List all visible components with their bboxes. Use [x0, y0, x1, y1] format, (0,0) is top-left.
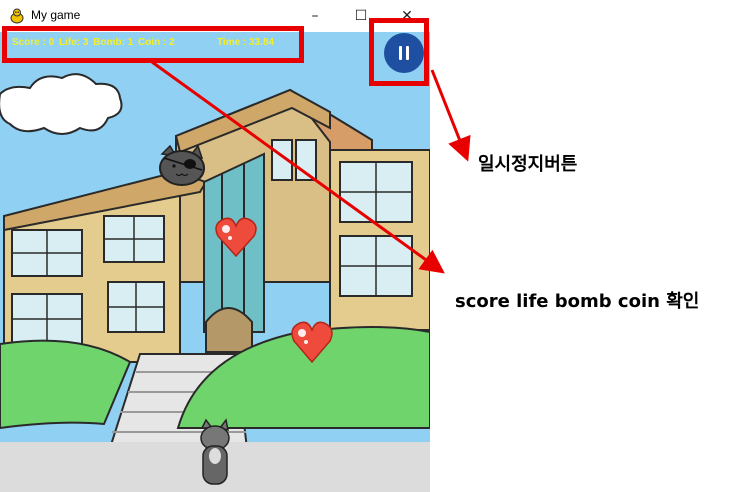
pause-annotation: 일시정지버튼: [478, 154, 578, 175]
arrow-to-stats-note: [151, 60, 445, 274]
arrow-to-pause-note: [430, 69, 471, 162]
stats-annotation: score life bomb coin 확인: [455, 291, 700, 312]
annotation-arrows: [151, 60, 471, 274]
